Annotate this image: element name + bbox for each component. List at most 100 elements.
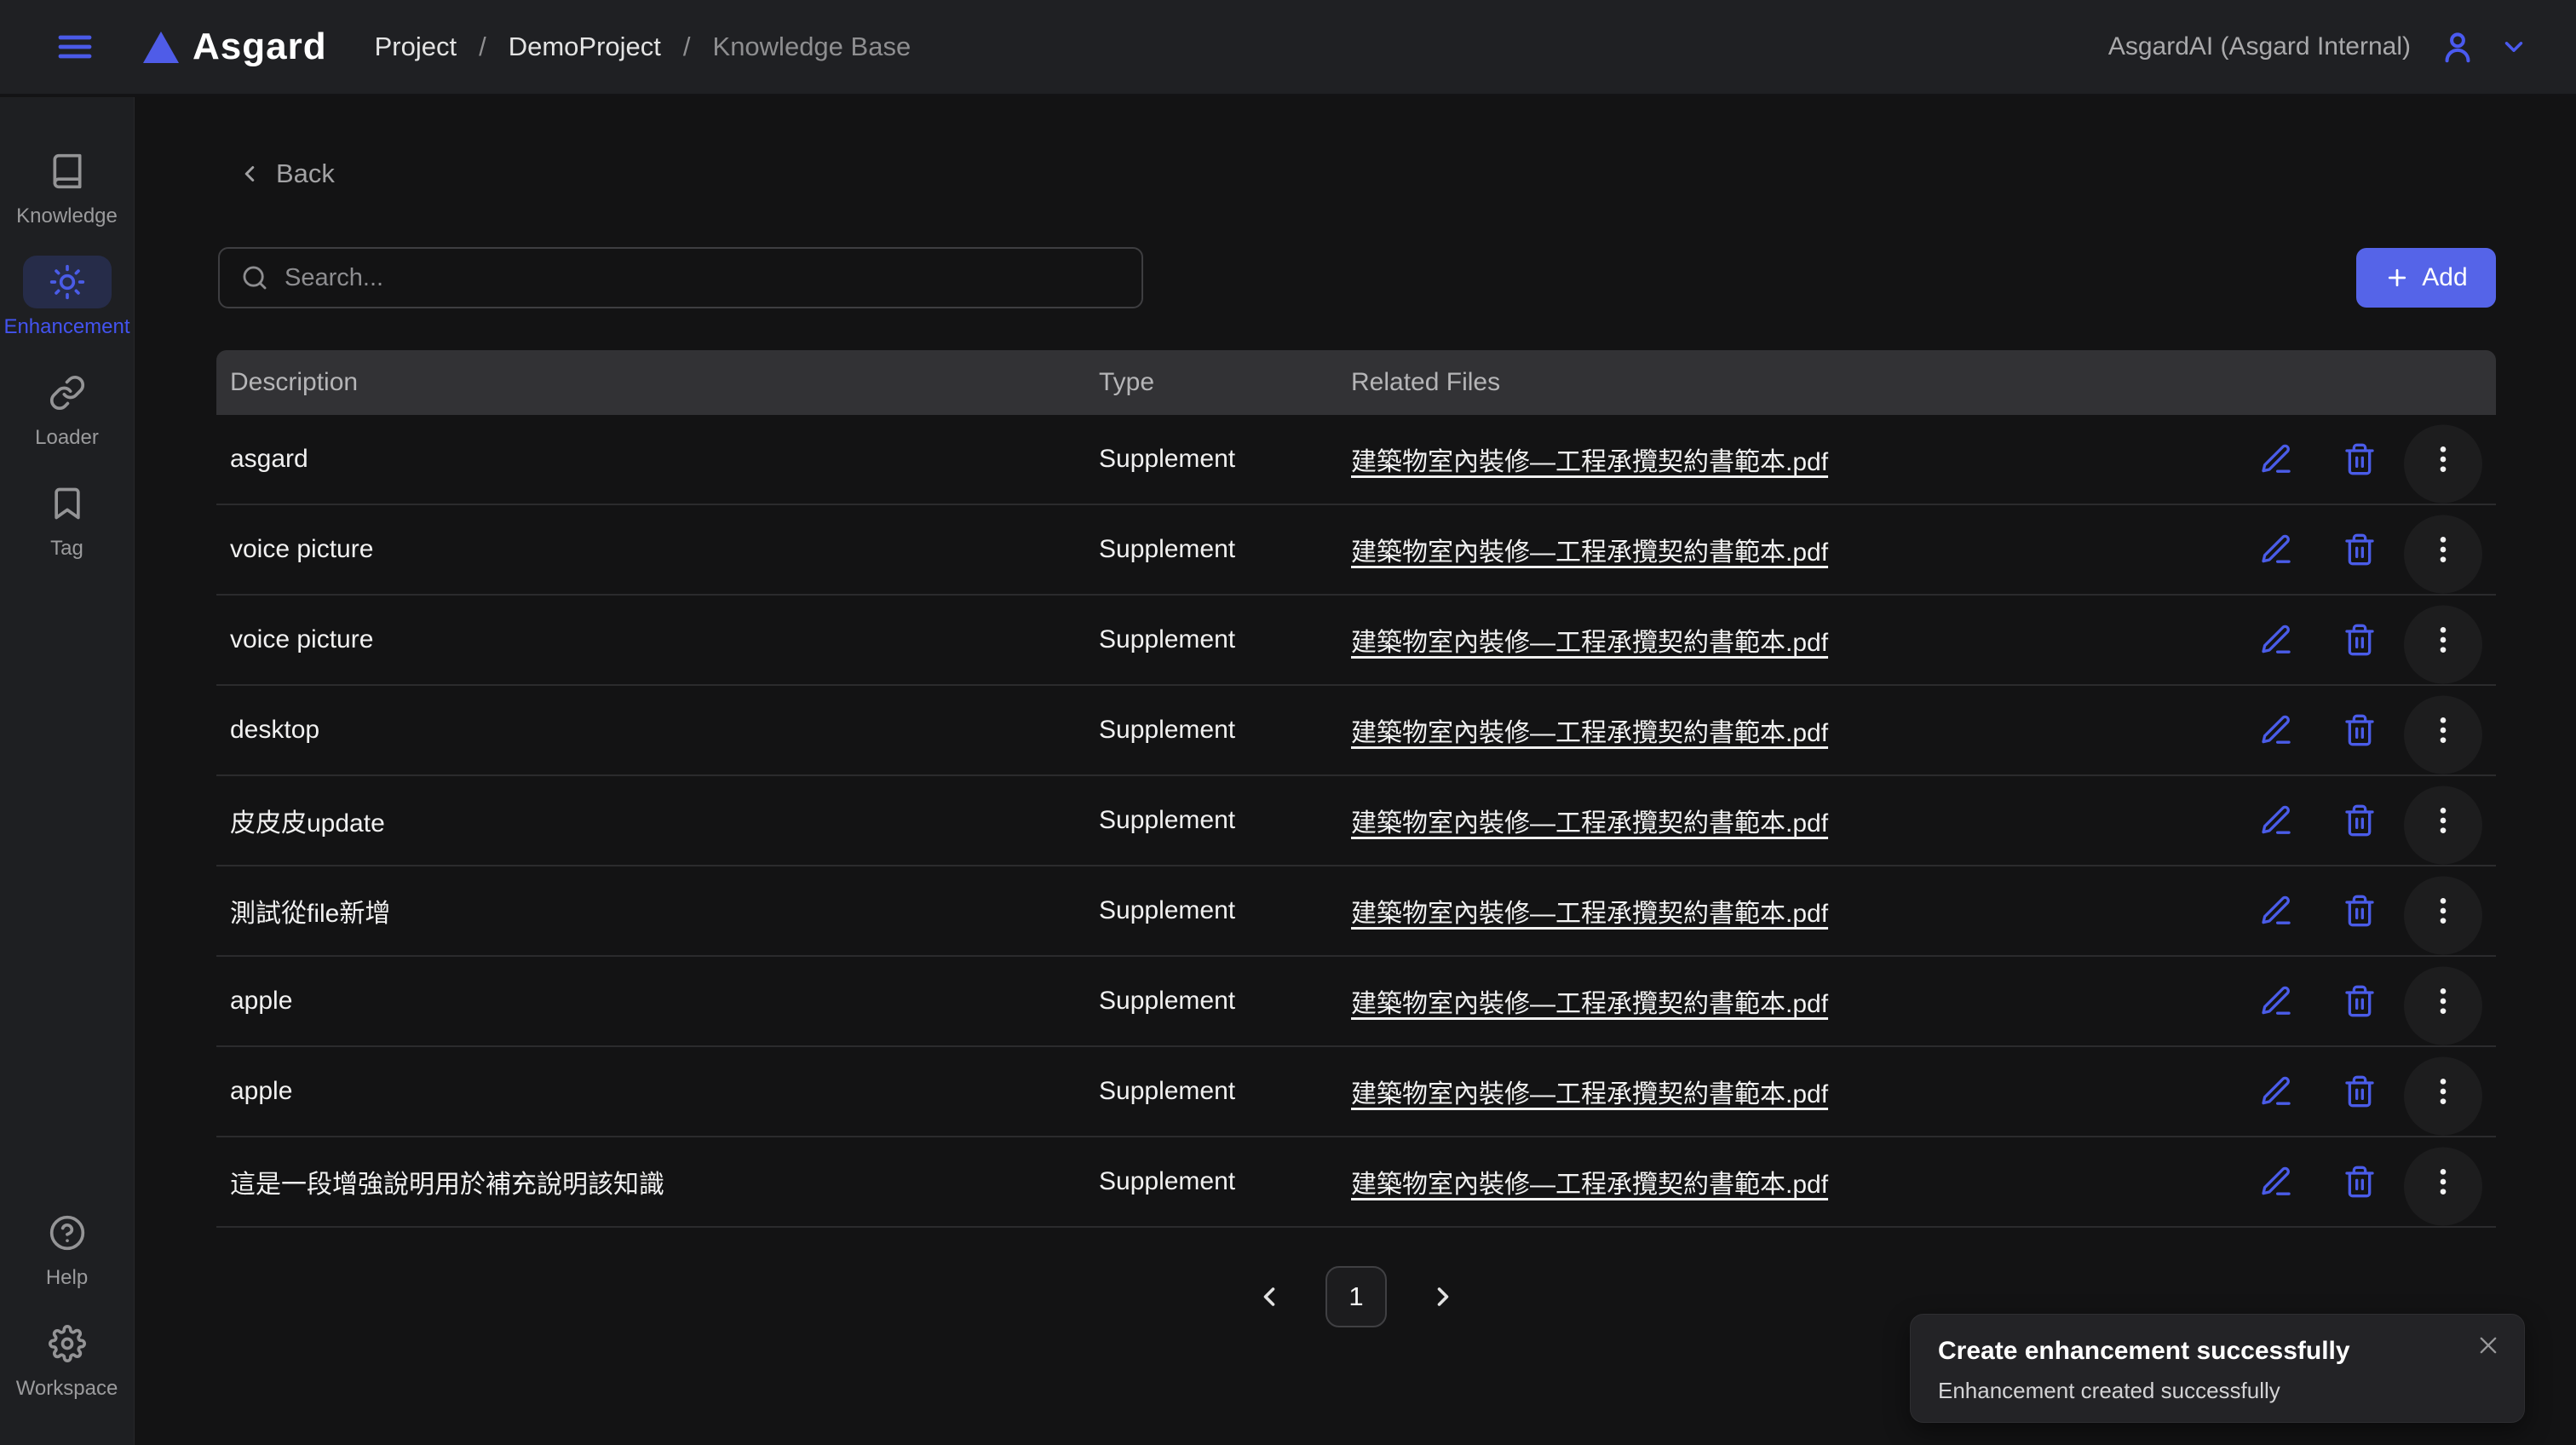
table-row: apple Supplement 建築物室內裝修—工程承攬契約書範本.pdf [216, 1047, 2496, 1137]
row-related-files: 建築物室內裝修—工程承攬契約書範本.pdf [1351, 892, 2240, 930]
row-description: 測試從file新增 [216, 892, 1099, 930]
page-number-button[interactable]: 1 [1325, 1266, 1387, 1327]
hamburger-menu-icon[interactable] [55, 26, 95, 67]
column-header-description: Description [216, 368, 1099, 397]
column-header-type: Type [1099, 368, 1351, 397]
more-options-button[interactable] [2424, 982, 2462, 1020]
breadcrumb-item-knowledge-base: Knowledge Base [713, 32, 911, 62]
row-related-files: 建築物室內裝修—工程承攬契約書範本.pdf [1351, 711, 2240, 749]
breadcrumb-separator: / [479, 32, 486, 62]
pencil-icon [2259, 623, 2293, 657]
table-row: desktop Supplement 建築物室內裝修—工程承攬契約書範本.pdf [216, 686, 2496, 776]
sidebar-item-workspace[interactable]: Workspace [0, 1304, 134, 1414]
kebab-menu-icon [2426, 533, 2460, 567]
sidebar-item-tag[interactable]: Tag [0, 463, 134, 574]
kebab-menu-icon [2426, 713, 2460, 747]
row-actions [2240, 531, 2496, 568]
table-row: 測試從file新增 Supplement 建築物室內裝修—工程承攬契約書範本.p… [216, 866, 2496, 957]
related-file-link[interactable]: 建築物室內裝修—工程承攬契約書範本.pdf [1351, 1080, 1828, 1108]
related-file-link[interactable]: 建築物室內裝修—工程承攬契約書範本.pdf [1351, 448, 1828, 476]
edit-button[interactable] [2257, 1163, 2295, 1200]
chevron-right-icon [1428, 1281, 1458, 1312]
search-input[interactable] [285, 264, 1121, 292]
user-icon[interactable] [2438, 27, 2477, 66]
more-options-button[interactable] [2424, 711, 2462, 749]
sidebar-item-knowledge[interactable]: Knowledge [0, 131, 134, 242]
row-related-files: 建築物室內裝修—工程承攬契約書範本.pdf [1351, 621, 2240, 659]
next-page-button[interactable] [1426, 1280, 1460, 1314]
related-file-link[interactable]: 建築物室內裝修—工程承攬契約書範本.pdf [1351, 990, 1828, 1018]
table-row: apple Supplement 建築物室內裝修—工程承攬契約書範本.pdf [216, 957, 2496, 1047]
related-file-link[interactable]: 建築物室內裝修—工程承攬契約書範本.pdf [1351, 900, 1828, 928]
sidebar-item-enhancement[interactable]: Enhancement [0, 242, 134, 353]
edit-button[interactable] [2257, 1073, 2295, 1110]
book-icon [49, 153, 86, 190]
close-icon[interactable] [2473, 1330, 2504, 1361]
edit-button[interactable] [2257, 621, 2295, 659]
delete-button[interactable] [2341, 440, 2378, 478]
bookmark-icon [49, 485, 86, 522]
logo-triangle-icon [143, 32, 179, 63]
kebab-menu-icon [2426, 442, 2460, 476]
related-file-link[interactable]: 建築物室內裝修—工程承攬契約書範本.pdf [1351, 719, 1828, 747]
delete-button[interactable] [2341, 621, 2378, 659]
more-options-button[interactable] [2424, 440, 2462, 478]
edit-button[interactable] [2257, 440, 2295, 478]
related-file-link[interactable]: 建築物室內裝修—工程承攬契約書範本.pdf [1351, 1171, 1828, 1199]
edit-button[interactable] [2257, 982, 2295, 1020]
more-options-button[interactable] [2424, 1163, 2462, 1200]
delete-button[interactable] [2341, 1073, 2378, 1110]
edit-button[interactable] [2257, 531, 2295, 568]
row-type: Supplement [1099, 987, 1351, 1016]
app-logo[interactable]: Asgard [143, 26, 327, 68]
row-related-files: 建築物室內裝修—工程承攬契約書範本.pdf [1351, 982, 2240, 1020]
row-related-files: 建築物室內裝修—工程承攬契約書範本.pdf [1351, 531, 2240, 568]
sidebar-item-loader[interactable]: Loader [0, 353, 134, 463]
delete-button[interactable] [2341, 892, 2378, 930]
back-button[interactable]: Back [237, 158, 335, 189]
related-file-link[interactable]: 建築物室內裝修—工程承攬契約書範本.pdf [1351, 538, 1828, 567]
chevron-left-icon [237, 161, 262, 187]
pencil-icon [2259, 803, 2293, 838]
account-area[interactable]: AsgardAI (Asgard Internal) [2108, 27, 2528, 66]
breadcrumb-item-project[interactable]: Project [375, 32, 457, 62]
related-file-link[interactable]: 建築物室內裝修—工程承攬契約書範本.pdf [1351, 629, 1828, 657]
more-options-button[interactable] [2424, 531, 2462, 568]
delete-button[interactable] [2341, 802, 2378, 839]
more-options-button[interactable] [2424, 892, 2462, 930]
sidebar: Knowledge Enhancement Loader Tag Help [0, 97, 135, 1445]
sidebar-bottom-group: Help Workspace [0, 1193, 134, 1445]
row-description: apple [216, 987, 1099, 1016]
row-actions [2240, 982, 2496, 1020]
delete-button[interactable] [2341, 982, 2378, 1020]
more-options-button[interactable] [2424, 802, 2462, 839]
add-button-label: Add [2422, 263, 2467, 292]
breadcrumb-item-demoproject[interactable]: DemoProject [509, 32, 661, 62]
row-type: Supplement [1099, 806, 1351, 835]
previous-page-button[interactable] [1252, 1280, 1286, 1314]
row-description: asgard [216, 445, 1099, 474]
edit-button[interactable] [2257, 802, 2295, 839]
edit-button[interactable] [2257, 711, 2295, 749]
search-box [218, 247, 1143, 308]
more-options-button[interactable] [2424, 1073, 2462, 1110]
more-options-button[interactable] [2424, 621, 2462, 659]
related-file-link[interactable]: 建築物室內裝修—工程承攬契約書範本.pdf [1351, 809, 1828, 838]
edit-button[interactable] [2257, 892, 2295, 930]
sidebar-item-help[interactable]: Help [0, 1193, 134, 1304]
chevron-down-icon[interactable] [2499, 32, 2528, 61]
kebab-menu-icon [2426, 894, 2460, 928]
sidebar-item-label: Enhancement [3, 315, 129, 339]
table-row: voice picture Supplement 建築物室內裝修—工程承攬契約書… [216, 596, 2496, 686]
table-row: voice picture Supplement 建築物室內裝修—工程承攬契約書… [216, 505, 2496, 596]
toast-notification: Create enhancement successfully Enhancem… [1910, 1314, 2525, 1423]
delete-button[interactable] [2341, 711, 2378, 749]
delete-button[interactable] [2341, 531, 2378, 568]
delete-button[interactable] [2341, 1163, 2378, 1200]
row-description: desktop [216, 716, 1099, 745]
row-actions [2240, 621, 2496, 659]
table-row: 這是一段增強說明用於補充說明該知識 Supplement 建築物室內裝修—工程承… [216, 1137, 2496, 1228]
add-button[interactable]: Add [2356, 248, 2496, 308]
row-actions [2240, 802, 2496, 839]
table-row: asgard Supplement 建築物室內裝修—工程承攬契約書範本.pdf [216, 415, 2496, 505]
